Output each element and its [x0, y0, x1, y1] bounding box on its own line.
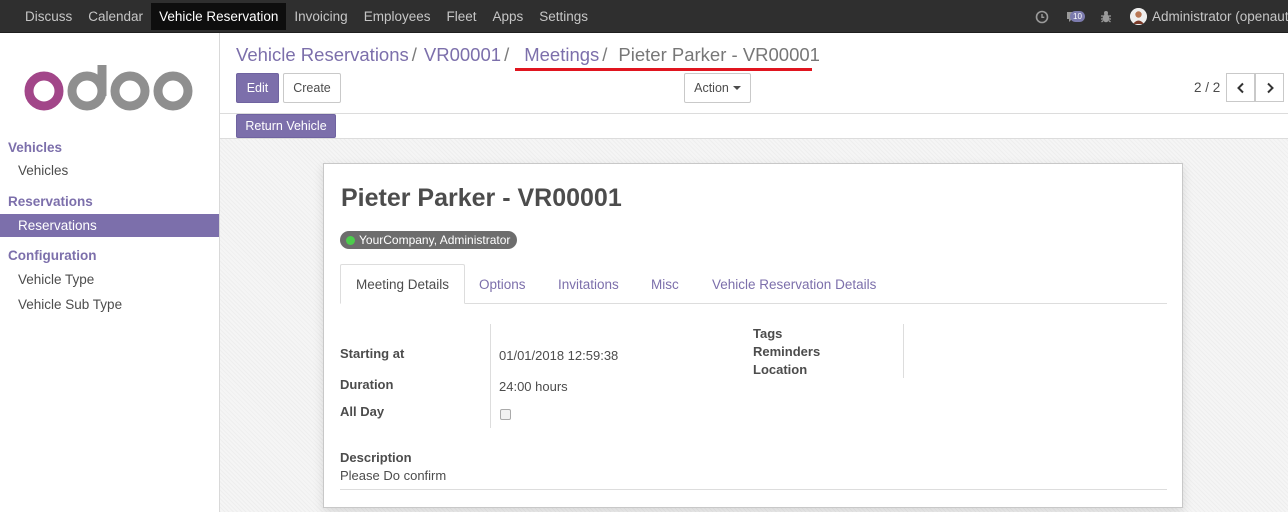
all-day-checkbox[interactable] [500, 409, 511, 420]
sidebar: Vehicles Vehicles Reservations Reservati… [0, 33, 220, 512]
edit-button[interactable]: Edit [236, 73, 279, 103]
main-menu: Discuss Calendar Vehicle Reservation Inv… [0, 0, 596, 33]
status-dot-icon [346, 235, 355, 245]
menu-discuss[interactable]: Discuss [0, 0, 80, 33]
bug-icon[interactable] [1096, 7, 1116, 27]
pager-previous-button[interactable] [1226, 73, 1255, 102]
tab-vehicle-reservation-details[interactable]: Vehicle Reservation Details [712, 264, 876, 304]
sidebar-section-configuration: Configuration [8, 248, 97, 263]
pager-next-button[interactable] [1255, 73, 1284, 102]
systray: 10 Administrator (openaut… [1026, 0, 1288, 33]
tags-label: Tags [753, 326, 783, 341]
sidebar-section-vehicles: Vehicles [8, 140, 63, 155]
tab-misc[interactable]: Misc [651, 264, 679, 304]
user-menu[interactable]: Administrator (openaut… [1130, 8, 1288, 25]
menu-calendar[interactable]: Calendar [80, 0, 151, 33]
clock-icon[interactable] [1032, 7, 1052, 27]
reminders-label: Reminders [753, 344, 821, 359]
odoo-logo[interactable] [24, 63, 194, 115]
action-label: Action [694, 81, 729, 95]
breadcrumb-vr00001[interactable]: VR00001 [424, 44, 501, 66]
chevron-right-icon [1266, 82, 1274, 93]
breadcrumb-current: Pieter Parker - VR00001 [618, 44, 820, 65]
description-label: Description [340, 450, 412, 465]
sidebar-item-reservations[interactable]: Reservations [0, 214, 219, 237]
menu-fleet[interactable]: Fleet [438, 0, 484, 33]
sidebar-item-vehicle-sub-type[interactable]: Vehicle Sub Type [0, 293, 219, 316]
record-title: Pieter Parker - VR00001 [341, 184, 622, 212]
sidebar-item-vehicle-type[interactable]: Vehicle Type [0, 268, 219, 291]
top-navbar: Discuss Calendar Vehicle Reservation Inv… [0, 0, 1288, 33]
menu-employees[interactable]: Employees [356, 0, 439, 33]
field-divider [903, 324, 904, 378]
attendee-tag[interactable]: YourCompany, Administrator [340, 231, 518, 249]
chevron-left-icon [1236, 82, 1244, 93]
action-dropdown[interactable]: Action [684, 73, 751, 103]
create-button[interactable]: Create [283, 73, 341, 103]
annotation-underline [515, 68, 812, 71]
starting-at-label: Starting at [340, 346, 405, 361]
return-vehicle-button[interactable]: Return Vehicle [236, 114, 336, 138]
duration-value: 24:00 hours [499, 379, 568, 394]
location-label: Location [753, 362, 808, 377]
field-divider [490, 324, 491, 428]
all-day-label: All Day [340, 404, 385, 419]
user-name: Administrator (openaut… [1152, 9, 1288, 24]
starting-at-value: 01/01/2018 12:59:38 [499, 348, 619, 363]
tab-meeting-details[interactable]: Meeting Details [340, 264, 466, 304]
description-value: Please Do confirm [340, 468, 447, 483]
duration-label: Duration [340, 377, 394, 392]
menu-invoicing[interactable]: Invoicing [286, 0, 355, 33]
sidebar-section-reservations: Reservations [8, 194, 93, 209]
tab-invitations[interactable]: Invitations [558, 264, 619, 304]
attendee-tag-label: YourCompany, Administrator [359, 233, 511, 247]
pager-value: 2 / 2 [1194, 80, 1221, 95]
sidebar-item-vehicles[interactable]: Vehicles [0, 159, 219, 182]
menu-vehicle-reservation[interactable]: Vehicle Reservation [151, 3, 287, 30]
form-tabs: Meeting Details Options Invitations Misc… [340, 264, 1167, 304]
menu-apps[interactable]: Apps [485, 0, 532, 33]
tab-options[interactable]: Options [479, 264, 526, 304]
breadcrumb-vehicle-reservations[interactable]: Vehicle Reservations [236, 44, 409, 66]
breadcrumb: Vehicle Reservations / VR00001/ Meetings /… [236, 44, 820, 66]
caret-down-icon [732, 86, 741, 90]
breadcrumb-meetings[interactable]: Meetings [524, 44, 599, 66]
description-divider [340, 489, 1167, 490]
message-count-badge: 10 [1070, 10, 1085, 22]
menu-settings[interactable]: Settings [531, 0, 596, 33]
chat-icon[interactable]: 10 [1064, 7, 1085, 27]
form-sheet: Pieter Parker - VR00001 YourCompany, Adm… [323, 163, 1183, 508]
avatar [1130, 8, 1147, 25]
form-statusbar [220, 113, 1288, 139]
